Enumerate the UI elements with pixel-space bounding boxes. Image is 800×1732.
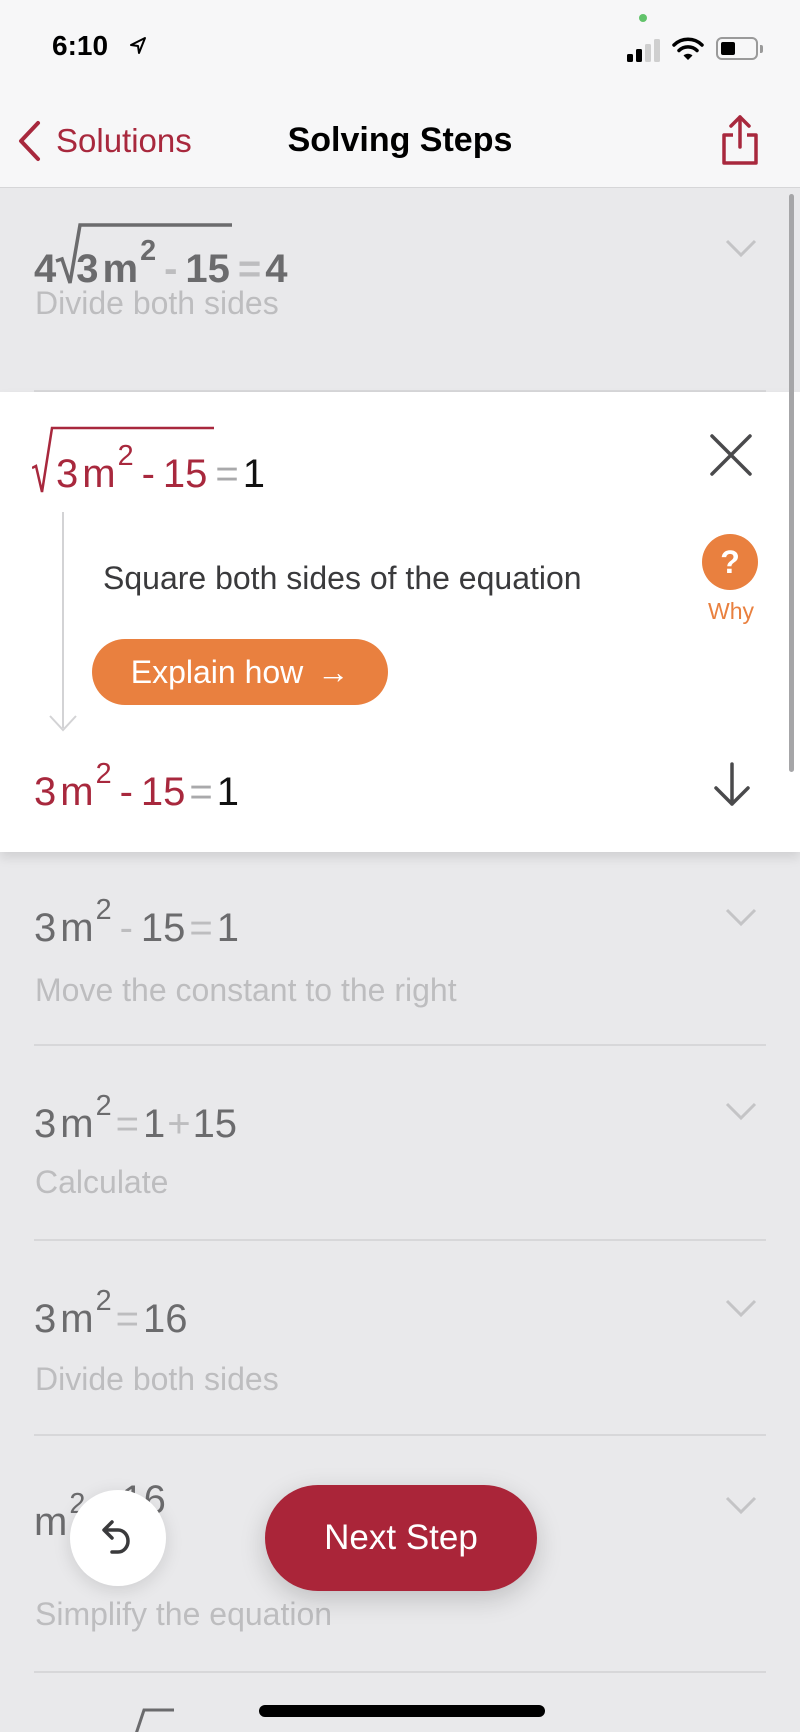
eq-term: 1 [142,1102,166,1146]
status-time: 6:10 [52,30,109,61]
divider [34,1671,766,1673]
step-item[interactable]: 3 m2 = 16 Divide both sides [0,1241,800,1436]
chevron-down-icon[interactable] [724,1494,758,1516]
step-equation: 3 m2-15 = 1 [32,426,266,497]
eq-term: 3 [34,1297,57,1341]
question-icon: ? [702,534,758,590]
eq-exponent: 2 [95,758,112,791]
eq-exponent: 2 [140,235,157,268]
eq-term: 3 [34,906,57,950]
chevron-down-icon[interactable] [724,1297,758,1319]
chevron-down-icon[interactable] [724,237,758,259]
eq-operator: + [167,1102,191,1146]
status-bar: 6:10 [0,0,800,95]
location-arrow-icon [130,37,146,54]
eq-term: 15 [140,906,186,950]
eq-variable: m [60,1297,94,1341]
eq-term: 3 [34,1102,57,1146]
eq-equals: = [115,1102,139,1146]
eq-exponent: 2 [95,894,112,927]
chevron-down-icon[interactable] [724,906,758,928]
arrow-down-icon[interactable] [712,762,752,808]
navigation-bar: Solutions Solving Steps [0,95,800,188]
scrollbar[interactable] [789,194,794,772]
close-icon[interactable] [708,432,754,478]
why-button[interactable]: ? Why [702,534,760,625]
cellular-signal-icon [627,38,663,62]
wifi-icon [672,37,704,60]
step-caption: Move the constant to the right [35,972,457,1008]
step-equation: 3 m2 = 1+15 [34,1090,238,1147]
eq-radical: 3 m2-15 [32,426,214,497]
step-item[interactable]: 4 3 m2-15 = 4 Divide both sides [0,189,800,392]
eq-rhs: 1 [216,770,240,814]
eq-term: 15 [140,770,186,814]
step-equation: 3 m2-15 = 1 [34,894,240,951]
flow-arrow-down-icon [49,715,77,732]
page-title: Solving Steps [0,121,800,160]
home-indicator[interactable] [259,1705,545,1717]
step-item[interactable]: 3 m2-15 = 1 Move the constant to the right [0,852,800,1046]
eq-operator: - [119,906,133,950]
eq-variable: m [34,1500,68,1544]
eq-equals: = [189,770,213,814]
eq-equals: = [189,906,213,950]
explain-how-label: Explain how [130,653,304,690]
active-step-card: 3 m2-15 = 1 Square both sides of the equati… [0,392,800,852]
eq-variable: m [60,770,94,814]
arrow-right-icon: → [317,653,350,690]
eq-equals: = [215,452,239,496]
privacy-indicator-dot [639,14,647,22]
share-icon[interactable] [720,113,760,167]
step-caption: Divide both sides [35,285,279,321]
step-caption: Simplify the equation [35,1596,333,1632]
step-caption: Divide both sides [35,1361,279,1397]
eq-term: 3 [34,770,57,814]
explain-how-button[interactable]: Explain how → [92,639,388,705]
step-description: Square both sides of the equation [103,560,582,596]
eq-variable: m [60,1102,94,1146]
battery-icon [716,37,763,60]
eq-exponent: 2 [95,1090,112,1123]
undo-button[interactable] [70,1490,166,1586]
undo-icon [102,1520,130,1554]
eq-operator: - [119,770,133,814]
eq-equals: = [115,1297,139,1341]
eq-term: 15 [192,1102,238,1146]
eq-exponent: 2 [117,440,134,473]
step-item[interactable]: 3 m2 = 1+15 Calculate [0,1046,800,1241]
eq-rhs: 1 [242,452,266,496]
next-step-button[interactable]: Next Step [265,1485,537,1591]
eq-variable: m [60,906,94,950]
page-title-text: Solving Steps [287,121,513,159]
why-label: Why [708,598,754,624]
partial-step-equation [135,1708,174,1732]
eq-exponent: 2 [95,1285,112,1318]
step-caption: Calculate [35,1164,169,1200]
eq-rhs: 16 [142,1297,188,1341]
step-result-equation: 3 m2-15 = 1 [34,758,240,815]
step-equation: 3 m2 = 16 [34,1285,188,1342]
chevron-down-icon[interactable] [724,1100,758,1122]
flow-line [62,512,64,728]
eq-rhs: 1 [216,906,240,950]
